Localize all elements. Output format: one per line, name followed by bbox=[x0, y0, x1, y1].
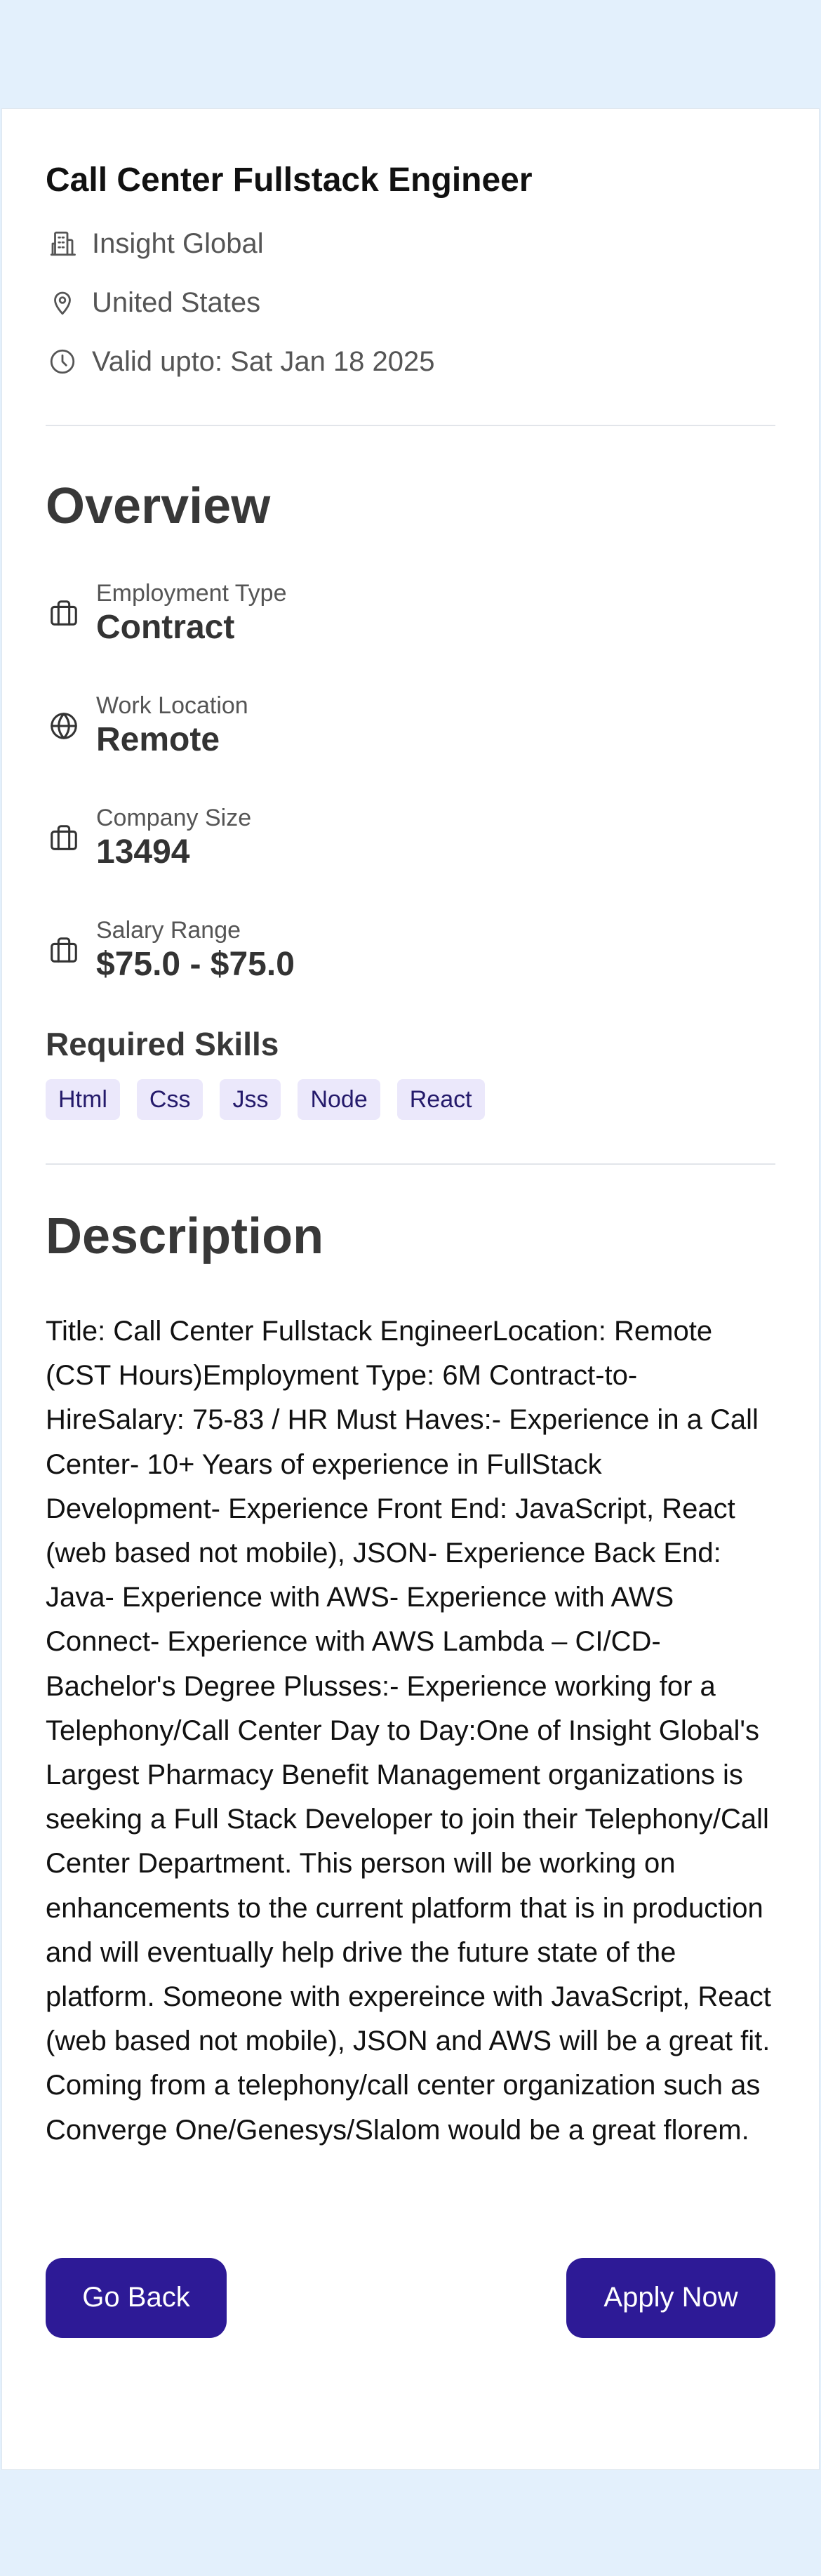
description-heading: Description bbox=[46, 1208, 324, 1264]
skill-chip: Node bbox=[298, 1079, 380, 1120]
overview-value: 13494 bbox=[96, 833, 190, 871]
building-icon bbox=[46, 227, 79, 260]
job-detail-card: Call Center Fullstack Engineer Insight G… bbox=[1, 108, 820, 2470]
overview-label: Company Size bbox=[96, 805, 252, 831]
clock-icon bbox=[46, 345, 79, 378]
overview-label: Employment Type bbox=[96, 580, 287, 607]
overview-company-size: Company Size 13494 bbox=[46, 800, 775, 877]
overview-label: Salary Range bbox=[96, 917, 241, 944]
apply-now-button[interactable]: Apply Now bbox=[566, 2257, 775, 2338]
overview-heading: Overview bbox=[46, 478, 271, 534]
job-location: United States bbox=[92, 286, 261, 318]
skills-list: Html Css Jss Node React bbox=[46, 1079, 775, 1120]
overview-value: Remote bbox=[96, 721, 220, 758]
action-buttons: Go Back Apply Now bbox=[46, 2257, 775, 2338]
overview-value: $75.0 - $75.0 bbox=[96, 946, 295, 983]
skills-heading: Required Skills bbox=[46, 1026, 279, 1062]
divider bbox=[46, 1163, 775, 1165]
briefcase-icon bbox=[46, 820, 82, 857]
go-back-button[interactable]: Go Back bbox=[46, 2257, 227, 2338]
overview-salary-range: Salary Range $75.0 - $75.0 bbox=[46, 912, 775, 989]
valid-until-text: Valid upto: Sat Jan 18 2025 bbox=[92, 345, 435, 377]
job-title: Call Center Fullstack Engineer bbox=[46, 161, 533, 199]
globe-icon bbox=[46, 708, 82, 744]
overview-label: Work Location bbox=[96, 692, 248, 719]
valid-until-row: Valid upto: Sat Jan 18 2025 bbox=[46, 341, 775, 383]
briefcase-icon bbox=[46, 595, 82, 632]
description-text: Title: Call Center Fullstack EngineerLoc… bbox=[46, 1316, 771, 2146]
map-pin-icon bbox=[46, 286, 79, 319]
overview-employment-type: Employment Type Contract bbox=[46, 575, 775, 652]
overview-work-location: Work Location Remote bbox=[46, 687, 775, 765]
briefcase-icon bbox=[46, 932, 82, 969]
company-name: Insight Global bbox=[92, 227, 264, 259]
skill-chip: Jss bbox=[220, 1079, 281, 1120]
location-row: United States bbox=[46, 282, 775, 324]
overview-value: Contract bbox=[96, 609, 235, 646]
skill-chip: Css bbox=[136, 1079, 203, 1120]
skill-chip: React bbox=[396, 1079, 485, 1120]
divider bbox=[46, 425, 775, 426]
skill-chip: Html bbox=[46, 1079, 120, 1120]
company-row: Insight Global bbox=[46, 223, 775, 265]
